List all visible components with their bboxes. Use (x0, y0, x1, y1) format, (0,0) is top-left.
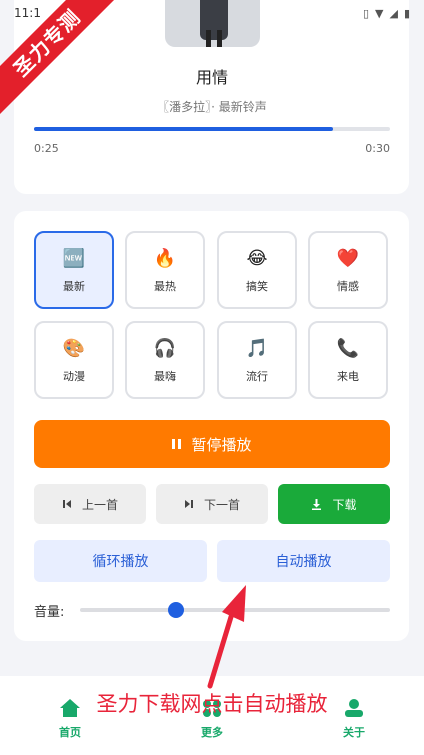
battery-icon: ▮ (403, 6, 410, 20)
skip-previous-icon (62, 500, 71, 508)
volume-slider-thumb[interactable] (168, 602, 185, 618)
category-ringtone[interactable]: 📞 来电 (308, 321, 388, 399)
auto-play-button[interactable]: 自动播放 (217, 540, 390, 582)
volume-label: 音量: (34, 605, 65, 620)
signal-icon: ◢ (389, 6, 398, 20)
previous-label: 上一首 (81, 497, 118, 512)
volume-slider[interactable] (80, 602, 390, 618)
overlay-caption: 圣力下载网点击自动播放 (96, 692, 328, 716)
category-pop[interactable]: 🎵 流行 (217, 321, 297, 399)
next-label: 下一首 (203, 497, 240, 512)
category-label: 最新 (63, 280, 85, 293)
progress-bar[interactable] (34, 127, 390, 131)
previous-button[interactable]: 上一首 (34, 484, 146, 524)
category-hottest[interactable]: 🔥 最热 (125, 231, 205, 309)
download-label: 下载 (332, 497, 357, 512)
pause-label: 暂停播放 (191, 435, 252, 454)
category-label: 来电 (337, 370, 359, 383)
category-emotion[interactable]: ❤️ 情感 (308, 231, 388, 309)
category-label: 流行 (246, 370, 268, 383)
heart-icon: ❤️ (336, 247, 360, 269)
category-hype[interactable]: 🎧 最嗨 (125, 321, 205, 399)
category-label: 动漫 (63, 370, 85, 383)
music-note-icon: 🎵 (245, 337, 269, 359)
category-anime[interactable]: 🎨 动漫 (34, 321, 114, 399)
vibrate-icon: ▯ (362, 6, 369, 20)
new-icon: 🆕 (62, 247, 86, 269)
wifi-icon: ▼ (375, 6, 384, 20)
tab-about-label: 关于 (343, 726, 365, 739)
cover-figure-legs (206, 30, 222, 47)
category-funny[interactable]: 😂 搞笑 (217, 231, 297, 309)
tab-more-label: 更多 (201, 726, 223, 739)
category-label: 情感 (337, 280, 359, 293)
category-latest[interactable]: 🆕 最新 (34, 231, 114, 309)
category-label: 搞笑 (246, 280, 268, 293)
skip-next-icon (184, 500, 193, 508)
category-label: 最热 (154, 280, 176, 293)
phone-icon: 📞 (336, 337, 360, 359)
tab-home-label: 首页 (59, 726, 81, 739)
progress-fill (34, 127, 334, 131)
laughing-face-icon: 😂 (246, 247, 268, 269)
pause-icon (172, 439, 182, 449)
next-button[interactable]: 下一首 (156, 484, 268, 524)
download-icon (312, 498, 322, 510)
pause-button[interactable]: 暂停播放 (34, 420, 390, 468)
fire-icon: 🔥 (153, 247, 177, 269)
status-icons: ▯ ▼ ◢ ▮ (363, 7, 410, 20)
time-current: 0:25 (34, 142, 59, 155)
loop-play-button[interactable]: 循环播放 (34, 540, 207, 582)
headphones-icon: 🎧 (153, 337, 177, 359)
watermark-text: 圣力专测 (0, 0, 120, 116)
palette-icon: 🎨 (62, 337, 86, 359)
time-total: 0:30 (365, 142, 390, 155)
download-button[interactable]: 下载 (278, 484, 390, 524)
category-label: 最嗨 (154, 370, 176, 383)
watermark-ribbon: 圣力专测 (0, 0, 120, 120)
